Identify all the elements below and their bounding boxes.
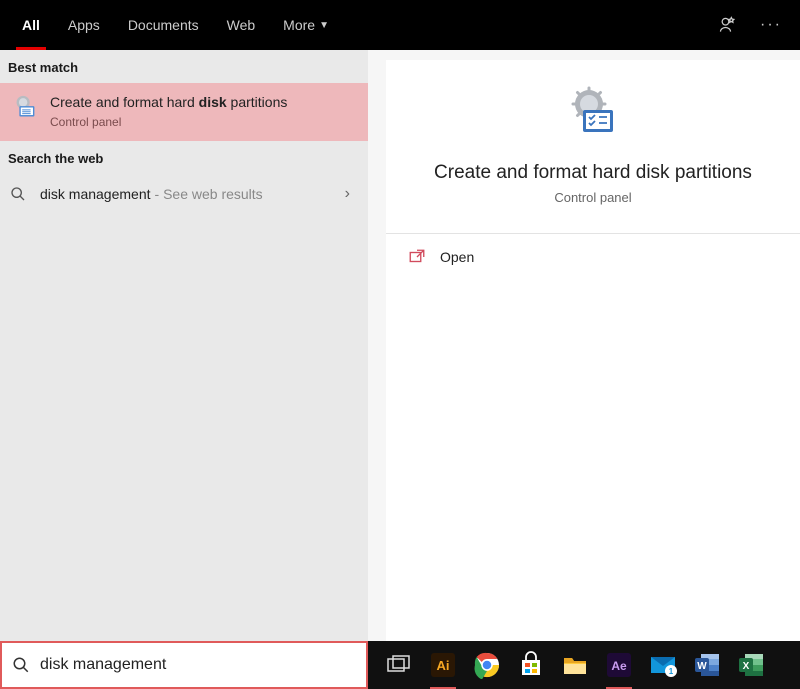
tab-all[interactable]: All	[8, 0, 54, 50]
svg-text:Ai: Ai	[437, 658, 450, 673]
tab-label: All	[22, 17, 40, 33]
task-view-icon[interactable]	[382, 648, 416, 682]
svg-text:W: W	[697, 661, 707, 672]
more-options-icon[interactable]: ···	[760, 16, 782, 34]
search-icon	[12, 656, 30, 674]
tab-documents[interactable]: Documents	[114, 0, 213, 50]
preview-hero: Create and format hard disk partitions C…	[386, 60, 800, 234]
top-right-controls: ···	[718, 0, 782, 50]
rewards-icon[interactable]	[718, 15, 738, 35]
best-match-text: Create and format hard disk partitions C…	[50, 93, 287, 129]
best-match-item[interactable]: Create and format hard disk partitions C…	[0, 83, 368, 141]
store-icon[interactable]	[514, 648, 548, 682]
tab-label: Documents	[128, 17, 199, 33]
search-web-header: Search the web	[0, 141, 368, 174]
search-box[interactable]	[0, 641, 368, 689]
word-icon[interactable]: W	[690, 648, 724, 682]
preview-subtitle: Control panel	[554, 190, 631, 205]
chrome-icon[interactable]	[470, 648, 504, 682]
preview-pane: Create and format hard disk partitions C…	[386, 60, 800, 641]
preview-pane-wrap: Create and format hard disk partitions C…	[368, 50, 800, 641]
control-panel-icon	[561, 82, 625, 146]
best-match-title: Create and format hard disk partitions	[50, 93, 287, 111]
mail-icon[interactable]: 1	[646, 648, 680, 682]
tab-apps[interactable]: Apps	[54, 0, 114, 50]
tab-label: Apps	[68, 17, 100, 33]
web-search-hint: - See web results	[155, 186, 263, 202]
svg-text:X: X	[743, 661, 750, 672]
search-icon	[10, 186, 30, 202]
tab-label: More	[283, 17, 315, 33]
tab-web[interactable]: Web	[213, 0, 270, 50]
after-effects-icon[interactable]: Ae	[602, 648, 636, 682]
search-scope-tabs: All Apps Documents Web More ▼ ···	[0, 0, 800, 50]
control-panel-icon	[10, 93, 40, 123]
results-pane: Best match Create and format hard disk p…	[0, 50, 368, 641]
illustrator-icon[interactable]: Ai	[426, 648, 460, 682]
web-search-item[interactable]: disk management - See web results ›	[0, 174, 368, 214]
svg-text:1: 1	[669, 667, 674, 676]
chevron-down-icon: ▼	[319, 20, 329, 31]
preview-title: Create and format hard disk partitions	[434, 162, 752, 184]
open-icon	[408, 248, 426, 266]
open-action[interactable]: Open	[386, 234, 800, 280]
tab-label: Web	[227, 17, 256, 33]
search-input[interactable]	[40, 656, 356, 674]
best-match-header: Best match	[0, 50, 368, 83]
tab-more[interactable]: More ▼	[269, 0, 343, 50]
open-label: Open	[440, 249, 474, 265]
tab-list: All Apps Documents Web More ▼	[8, 0, 343, 50]
chevron-right-icon: ›	[345, 185, 350, 203]
main-content: Best match Create and format hard disk p…	[0, 50, 800, 641]
excel-icon[interactable]: X	[734, 648, 768, 682]
svg-text:Ae: Ae	[611, 659, 627, 673]
web-search-query: disk management	[40, 186, 151, 202]
bottom-row: Ai Ae 1 W X	[0, 641, 800, 689]
taskbar: Ai Ae 1 W X	[368, 641, 800, 689]
best-match-subtitle: Control panel	[50, 115, 287, 129]
file-explorer-icon[interactable]	[558, 648, 592, 682]
